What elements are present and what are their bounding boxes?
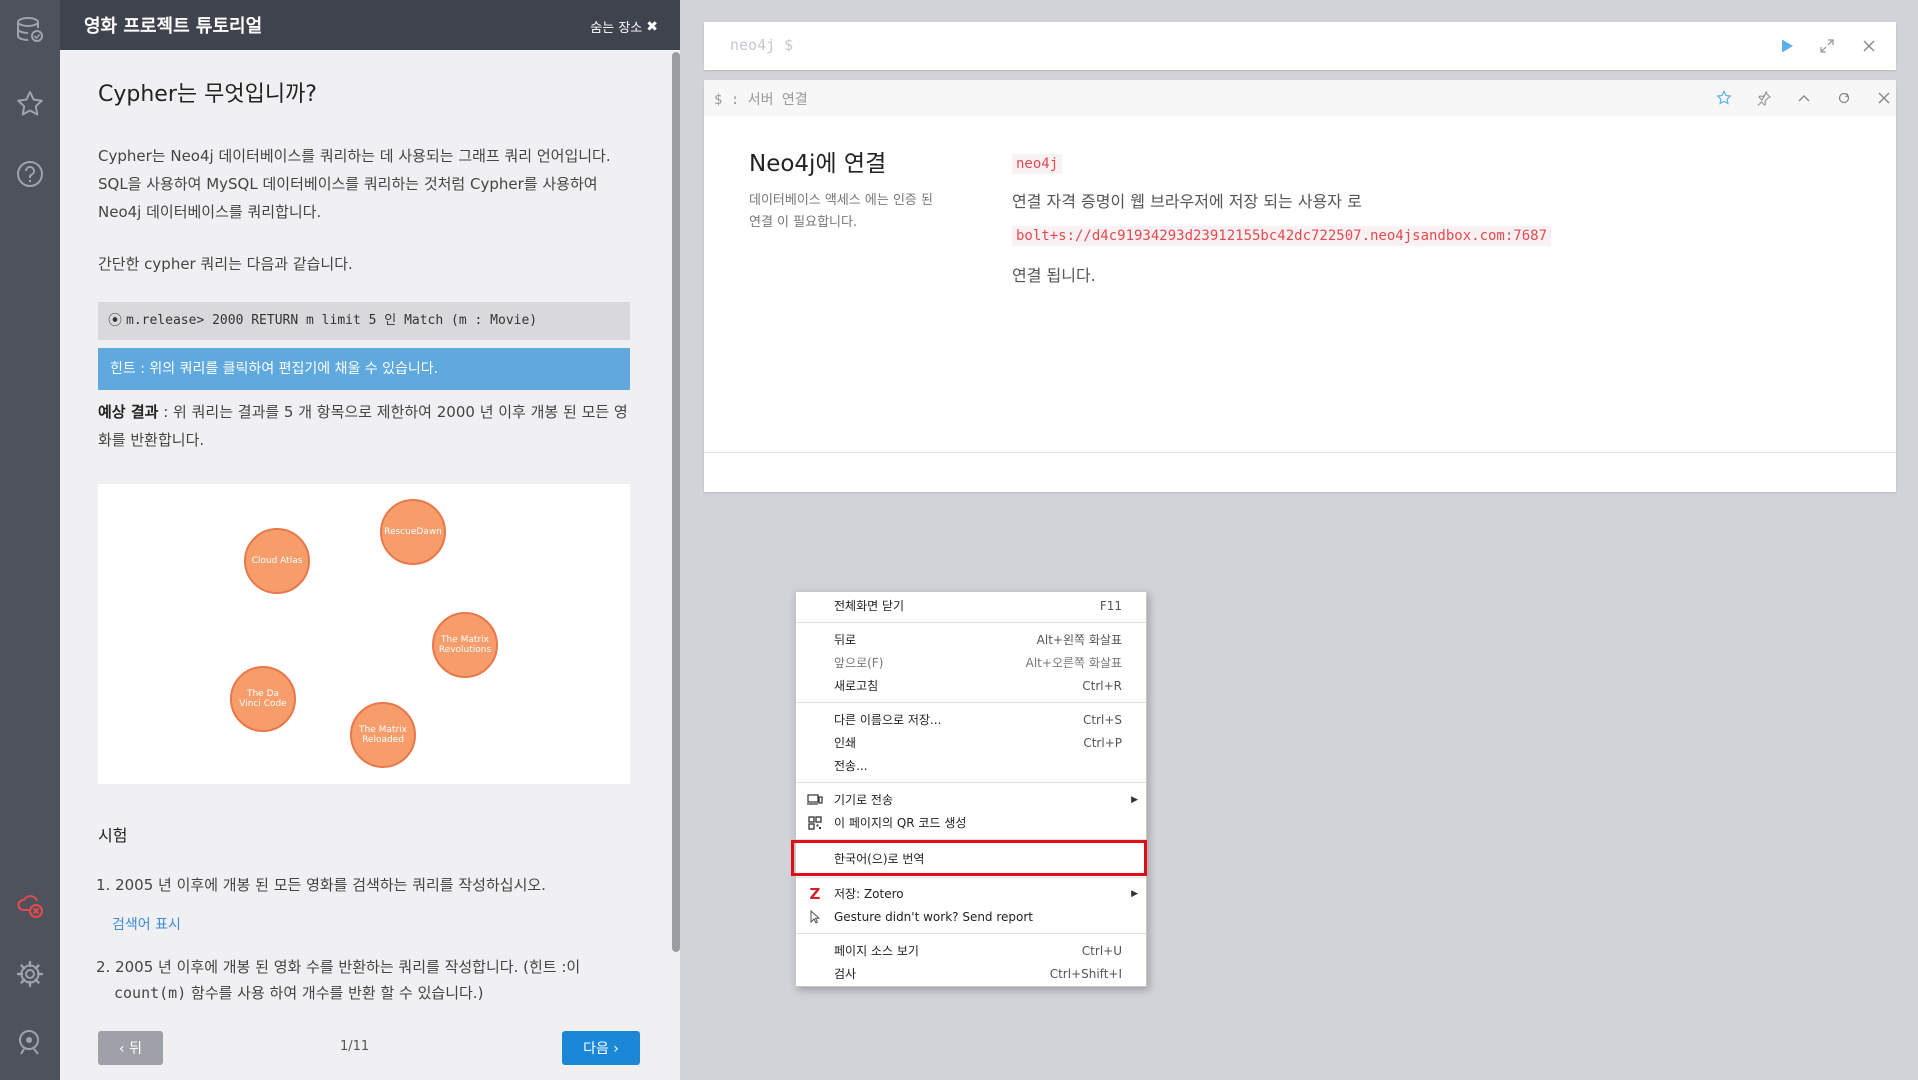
connected-username: neo4j — [1012, 154, 1063, 174]
graph-node: RescueDawn — [380, 499, 446, 565]
hide-guide-label: 숨는 장소 — [590, 21, 643, 36]
cypher-editor[interactable]: neo4j $ — [704, 22, 1896, 70]
settings-gear-icon[interactable] — [14, 958, 46, 990]
exercise-2-line-2: 함수를 사용 하여 개수를 반환 할 수 있습니다.) — [186, 984, 484, 1002]
menu-item-send-to-device[interactable]: 기기로 전송 ▶ — [796, 788, 1146, 811]
submenu-arrow-icon: ▶ — [1131, 794, 1138, 805]
hint-box: 힌트 : 위의 쿼리를 클릭하여 편집기에 채울 수 있습니다. — [98, 348, 630, 390]
next-button[interactable]: 다음 › — [562, 1031, 640, 1065]
rerun-refresh-icon[interactable] — [1834, 88, 1854, 108]
exercise-2-line-1: 2. 2005 년 이후에 개봉 된 영화 수를 반환하는 쿼리를 작성합니다.… — [96, 958, 581, 976]
menu-separator — [796, 702, 1146, 703]
frame-header: $ : 서버 연결 — [704, 80, 1896, 116]
connect-title: Neo4j에 연결 — [749, 151, 887, 177]
menu-item-gesture-report[interactable]: Gesture didn't work? Send report — [796, 905, 1146, 928]
result-graph: RescueDawn Cloud Atlas The Matrix Revolu… — [98, 484, 630, 784]
favorite-star-icon[interactable] — [1714, 88, 1734, 108]
close-icon: ✖ — [646, 18, 658, 35]
highlight-box — [791, 840, 1147, 876]
graph-node: The Matrix Reloaded — [350, 702, 416, 768]
connected-status-text: 연결 됩니다. — [1012, 266, 1096, 285]
menu-item-view-source[interactable]: 페이지 소스 보기 Ctrl+U — [796, 939, 1146, 962]
close-icon[interactable] — [1858, 35, 1880, 57]
menu-item-print[interactable]: 인쇄 Ctrl+P — [796, 731, 1146, 754]
editor-prompt: neo4j $ — [730, 36, 794, 54]
cursor-arrow-icon — [806, 908, 824, 926]
qr-code-icon — [806, 814, 824, 832]
previous-button[interactable]: ‹ 뒤 — [98, 1031, 163, 1065]
intro-paragraph: Cypher는 Neo4j 데이터베이스를 쿼리하는 데 사용되는 그래프 쿼리… — [98, 147, 611, 221]
result-frame: $ : 서버 연결 Neo4j에 연결 데이터베이스 액세스 에는 인증 된 연… — [704, 80, 1896, 492]
menu-item-forward[interactable]: 앞으로(F) Alt+오른쪽 화살표 — [796, 651, 1146, 674]
connection-url: bolt+s://d4c91934293d23912155bc42dc72250… — [1012, 226, 1552, 246]
menu-item-cast[interactable]: 전송... — [796, 754, 1146, 777]
expand-icon[interactable] — [1816, 35, 1838, 57]
guide-scrollbar[interactable] — [672, 52, 680, 952]
context-menu: 전체화면 닫기 F11 뒤로 Alt+왼쪽 화살표 앞으로(F) Alt+오른쪽… — [791, 591, 1147, 987]
database-icon[interactable] — [14, 14, 46, 46]
help-icon[interactable] — [14, 158, 46, 190]
run-play-icon[interactable] — [1776, 35, 1798, 57]
menu-item-back[interactable]: 뒤로 Alt+왼쪽 화살표 — [796, 628, 1146, 651]
guide-header: 영화 프로젝트 튜토리얼 숨는 장소 ✖ — [60, 0, 680, 50]
menu-item-inspect[interactable]: 검사 Ctrl+Shift+I — [796, 962, 1146, 985]
close-icon[interactable] — [1874, 88, 1894, 108]
graph-node: The Da Vinci Code — [230, 666, 296, 732]
menu-separator — [796, 782, 1146, 783]
frame-command[interactable]: $ : 서버 연결 — [714, 89, 808, 109]
sidebar-rail — [0, 0, 60, 1080]
guide-panel: 영화 프로젝트 튜토리얼 숨는 장소 ✖ Cypher는 무엇입니까? Cyph… — [60, 0, 680, 1080]
neo4j-browser-sync-icon[interactable] — [14, 1026, 46, 1058]
expected-result-label: 예상 결과 — [98, 403, 159, 421]
exercise-heading: 시험 — [98, 826, 128, 845]
menu-item-save-zotero[interactable]: Z 저장: Zotero ▶ — [796, 882, 1146, 905]
guide-title: 영화 프로젝트 튜토리얼 — [84, 16, 263, 37]
simple-query-intro: 간단한 cypher 쿼리는 다음과 같습니다. — [98, 255, 353, 273]
code-example-runnable[interactable]: ⦿ m.release> 2000 RETURN m limit 5 인 Mat… — [98, 302, 630, 340]
guide-footer: ‹ 뒤 1/11 다음 › — [60, 1015, 680, 1080]
graph-node: Cloud Atlas — [244, 528, 310, 594]
zotero-icon: Z — [809, 884, 821, 903]
hide-guide-button[interactable]: 숨는 장소 ✖ — [590, 17, 658, 37]
menu-separator — [796, 933, 1146, 934]
section-heading: Cypher는 무엇입니까? — [98, 82, 317, 107]
exercise-2-code: count(m) — [114, 984, 187, 1002]
frame-footer-divider — [704, 452, 1896, 453]
show-solution-link[interactable]: 검색어 표시 — [112, 914, 181, 934]
star-icon[interactable] — [14, 88, 46, 120]
laptop-icon — [806, 791, 824, 809]
menu-item-qr-code[interactable]: 이 페이지의 QR 코드 생성 — [796, 811, 1146, 834]
submenu-arrow-icon: ▶ — [1131, 888, 1138, 899]
menu-item-exit-fullscreen[interactable]: 전체화면 닫기 F11 — [796, 594, 1146, 617]
menu-item-save-as[interactable]: 다른 이름으로 저장... Ctrl+S — [796, 708, 1146, 731]
database-disconnected-icon[interactable] — [14, 890, 46, 922]
code-example-text: m.release> 2000 RETURN m limit 5 인 Match… — [126, 313, 538, 328]
menu-item-reload[interactable]: 새로고침 Ctrl+R — [796, 674, 1146, 697]
connect-description: 데이터베이스 액세스 에는 인증 된 연결 이 필요합니다. — [749, 193, 933, 230]
expected-result-text: : 위 쿼리는 결과를 5 개 항목으로 제한하여 2000 년 이후 개봉 된… — [98, 403, 628, 449]
menu-separator — [796, 622, 1146, 623]
pin-icon[interactable] — [1754, 88, 1774, 108]
graph-node: The Matrix Revolutions — [432, 612, 498, 678]
page-indicator: 1/11 — [340, 1039, 370, 1054]
exercise-item-1: 1. 2005 년 이후에 개봉 된 모든 영화를 검색하는 쿼리를 작성하십시… — [96, 876, 546, 894]
menu-separator — [796, 877, 1146, 878]
exercise-item-2: 2. 2005 년 이후에 개봉 된 영화 수를 반환하는 쿼리를 작성합니다.… — [96, 954, 636, 1006]
collapse-chevron-up-icon[interactable] — [1794, 88, 1814, 108]
credentials-stored-text: 연결 자격 증명이 웹 브라우저에 저장 되는 사용자 로 — [1012, 192, 1362, 211]
expected-result-paragraph: 예상 결과 : 위 쿼리는 결과를 5 개 항목으로 제한하여 2000 년 이… — [98, 398, 630, 454]
play-circle-icon: ⦿ — [108, 313, 122, 329]
guide-content[interactable]: Cypher는 무엇입니까? Cypher는 Neo4j 데이터베이스를 쿼리하… — [60, 50, 670, 1015]
